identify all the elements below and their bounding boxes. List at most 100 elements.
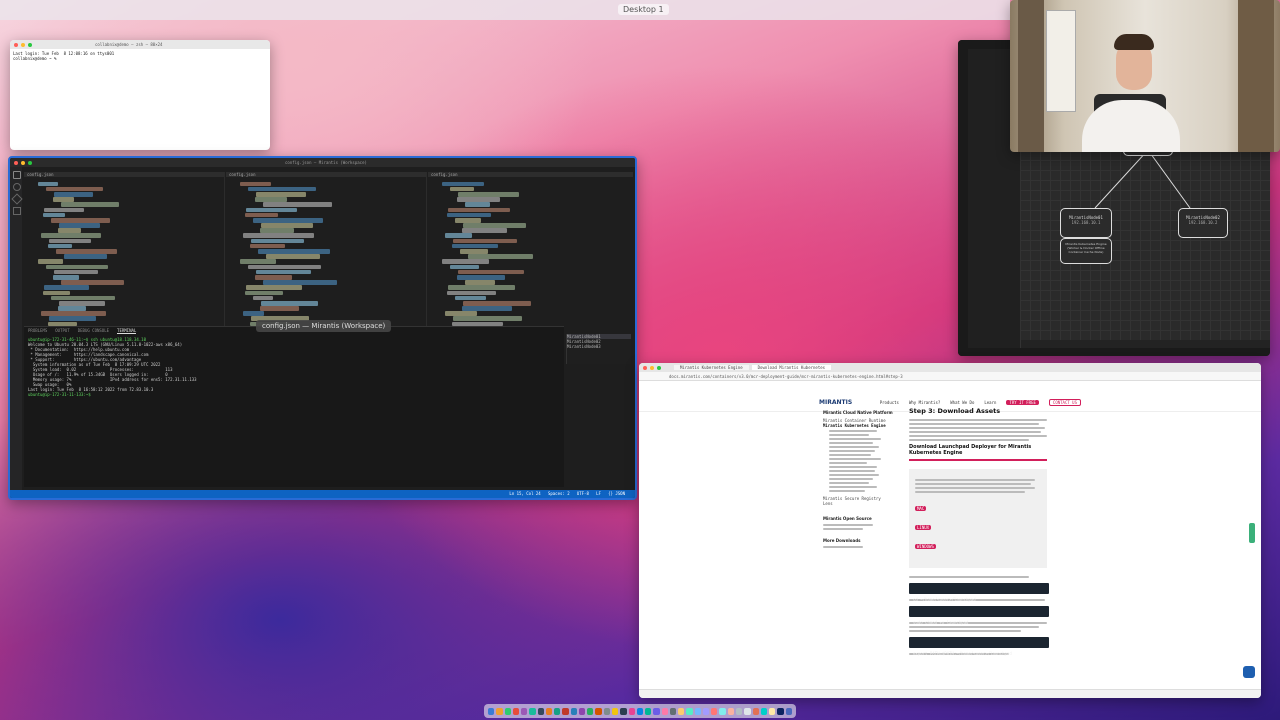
dock-app-icon[interactable]	[653, 707, 660, 715]
code-block[interactable]: sudo chmod +x launchpad	[909, 606, 1049, 625]
nav-products[interactable]: Products	[880, 400, 899, 405]
browser-tab-active[interactable]: Download Mirantis Kubernetes	[751, 365, 832, 370]
dock-app-icon[interactable]	[785, 707, 792, 715]
dock-app-icon[interactable]	[587, 707, 594, 715]
dock-app-icon[interactable]	[554, 707, 561, 715]
maximize-icon[interactable]	[28, 160, 32, 165]
status-bar-right[interactable]: Ln 15, Col 24 Spaces: 2 UTF-8 LF {} JSON	[509, 491, 625, 496]
code-area[interactable]	[428, 177, 633, 331]
dock-app-icon[interactable]	[488, 707, 495, 715]
dock-app-icon[interactable]	[694, 707, 701, 715]
dock-app-icon[interactable]	[611, 707, 619, 715]
code-line	[54, 269, 98, 275]
minimize-icon[interactable]	[650, 365, 654, 370]
url-text[interactable]: docs.mirantis.com/containers/v3.0/mcr-de…	[669, 374, 903, 379]
dock-app-icon[interactable]	[537, 707, 544, 715]
node-mirantis-02[interactable]: MirantisNode02 192.168.10.2	[1178, 208, 1228, 238]
dock-app-icon[interactable]	[719, 707, 726, 715]
maximize-icon[interactable]	[28, 42, 32, 47]
try-free-button[interactable]: TRY IT FREE	[1006, 399, 1039, 405]
address-bar[interactable]: docs.mirantis.com/containers/v3.0/mcr-de…	[639, 372, 1261, 381]
dock-app-icon[interactable]	[727, 707, 734, 715]
dock-app-icon[interactable]	[769, 707, 776, 715]
code-area[interactable]	[24, 177, 224, 331]
dock-app-icon[interactable]	[628, 707, 635, 715]
tab-terminal[interactable]: TERMINAL	[117, 328, 137, 334]
windows-download-button[interactable]: WINDOWS	[915, 544, 936, 549]
browser-window[interactable]: Mirantis Kubernetes Engine Download Mira…	[639, 363, 1261, 698]
browser-tabbar: Mirantis Kubernetes Engine Download Mira…	[639, 363, 1261, 372]
dock-app-icon[interactable]	[521, 707, 528, 715]
editor-pane-1[interactable]: config.json	[24, 172, 225, 342]
nav-what[interactable]: What We Do	[950, 400, 974, 405]
terminal-titlebar[interactable]: collabnix@demo — zsh — 80×24	[10, 40, 270, 49]
dock-app-icon[interactable]	[686, 707, 693, 715]
code-text: cd ~/home/<user>/launchpad	[913, 597, 976, 602]
minimize-icon[interactable]	[21, 160, 25, 165]
dock-app-icon[interactable]	[711, 707, 718, 715]
browser-tab[interactable]: Mirantis Kubernetes Engine	[674, 365, 749, 370]
dock-app-icon[interactable]	[603, 707, 610, 715]
dock-app-icon[interactable]	[545, 707, 553, 715]
nav-why[interactable]: Why Mirantis?	[909, 400, 940, 405]
dock-app-icon[interactable]	[752, 707, 759, 715]
mac-download-button[interactable]: MAC	[915, 506, 927, 511]
close-icon[interactable]	[643, 365, 647, 370]
dock-app-icon[interactable]	[512, 707, 520, 715]
code-block[interactable]: cd ~/home/<user>/launchpad	[909, 583, 1049, 602]
dock-app-icon[interactable]	[570, 707, 577, 715]
contact-us-button[interactable]: CONTACT US	[1048, 398, 1081, 406]
feedback-tab[interactable]	[1249, 523, 1255, 543]
search-icon[interactable]	[13, 183, 21, 191]
maximize-icon[interactable]	[657, 365, 661, 370]
editor-pane-2[interactable]: config.json	[226, 172, 427, 342]
diagram-canvas[interactable]: MirantisNode01 192.168.10.1 Mirantis Kub…	[1020, 146, 1270, 340]
explorer-icon[interactable]	[13, 171, 21, 179]
dock-app-icon[interactable]	[777, 707, 784, 715]
tab-debug-console[interactable]: DEBUG CONSOLE	[78, 328, 109, 334]
code-area[interactable]	[226, 177, 426, 331]
sidebar-item-active[interactable]: Mirantis Kubernetes Engine	[823, 423, 903, 428]
terminal-panel[interactable]: PROBLEMS OUTPUT DEBUG CONSOLE TERMINAL u…	[24, 326, 564, 487]
dock-app-icon[interactable]	[620, 707, 627, 715]
extensions-icon[interactable]	[13, 207, 21, 215]
terminal-output[interactable]: ubuntu@ip-172-31-46-11:~$ ssh ubuntu@18.…	[24, 335, 564, 399]
source-control-icon[interactable]	[11, 193, 23, 205]
dock-app-icon[interactable]	[678, 707, 685, 715]
tab-output[interactable]: OUTPUT	[55, 328, 69, 334]
close-icon[interactable]	[14, 42, 18, 47]
code-line	[51, 217, 110, 223]
dock-app-icon[interactable]	[504, 707, 511, 715]
dock-app-icon[interactable]	[702, 707, 710, 715]
tab-problems[interactable]: PROBLEMS	[28, 328, 47, 334]
editor-pane-3[interactable]: config.json	[428, 172, 633, 342]
dock-app-icon[interactable]	[760, 707, 768, 715]
close-icon[interactable]	[14, 160, 18, 165]
desktop-label[interactable]: Desktop 1	[618, 4, 669, 15]
list-item[interactable]: MirantisNode03	[567, 344, 631, 349]
chat-icon[interactable]	[1243, 666, 1255, 678]
linux-download-button[interactable]: LINUX	[915, 525, 932, 530]
mirantis-logo[interactable]: MIRANTIS	[819, 399, 852, 406]
dock-app-icon[interactable]	[636, 707, 644, 715]
dock-app-icon[interactable]	[562, 707, 569, 715]
dock-app-icon[interactable]	[744, 707, 751, 715]
dock-app-icon[interactable]	[669, 707, 677, 715]
node-mirantis-01-role[interactable]: Mirantis Kubernetes Engine (Worker & Doc…	[1060, 238, 1112, 264]
dock-app-icon[interactable]	[735, 707, 743, 715]
terminal-prompt[interactable]: collabnix@demo ~ %	[13, 56, 267, 61]
nav-learn[interactable]: Learn	[984, 400, 996, 405]
sidebar-item[interactable]: Lens	[823, 501, 903, 506]
node-mirantis-01[interactable]: MirantisNode01 192.168.10.1	[1060, 208, 1112, 238]
dock-app-icon[interactable]	[529, 707, 536, 715]
dock-app-icon[interactable]	[595, 707, 602, 715]
dock-app-icon[interactable]	[578, 707, 586, 715]
terminal-window[interactable]: collabnix@demo — zsh — 80×24 Last login:…	[10, 40, 270, 150]
code-line	[458, 191, 519, 197]
dock-app-icon[interactable]	[661, 707, 668, 715]
dock-app-icon[interactable]	[645, 707, 652, 715]
minimize-icon[interactable]	[21, 42, 25, 47]
code-block[interactable]: export PATH=$PATH:~/home/<user>/launchpa…	[909, 637, 1049, 656]
vscode-titlebar[interactable]: config.json — Mirantis (Workspace)	[10, 158, 635, 167]
dock-app-icon[interactable]	[496, 707, 503, 715]
